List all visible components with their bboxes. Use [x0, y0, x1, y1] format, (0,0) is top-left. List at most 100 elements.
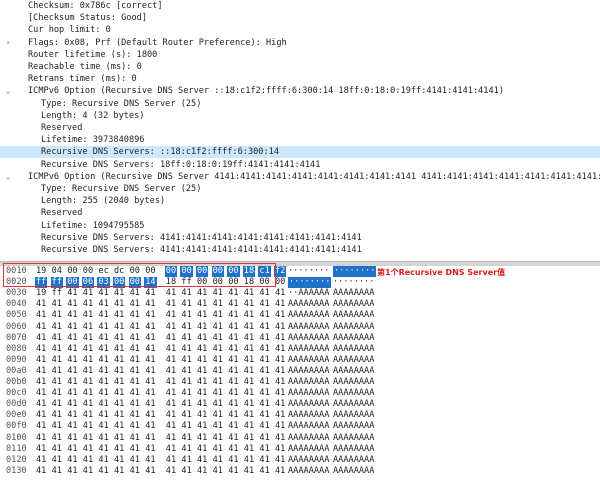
hex-byte[interactable]: 41 — [213, 288, 223, 299]
hex-byte[interactable]: 41 — [244, 344, 254, 355]
hex-byte[interactable]: 41 — [145, 388, 155, 399]
hex-row[interactable]: 00e0 41 41 41 41 41 41 41 41 41 41 41 41 41 41 41 41 AAAA… — [0, 410, 600, 421]
hex-byte[interactable]: 41 — [228, 410, 238, 421]
hex-byte[interactable]: 41 — [166, 322, 176, 333]
ascii-column-left[interactable]: AAAAAAAA — [288, 388, 329, 399]
hex-row[interactable]: 0020 ff ff 00 06 03 00 00 14 18 ff 00 00 00 18 00 00 ····… — [0, 277, 600, 289]
hex-byte[interactable]: 41 — [52, 399, 62, 410]
tree-row[interactable]: Cur hop limit: 0 — [0, 24, 600, 36]
hex-byte[interactable]: 41 — [244, 322, 254, 333]
hex-byte[interactable]: 41 — [114, 421, 124, 432]
ascii-column-left[interactable]: AAAAAAAA — [288, 322, 329, 333]
hex-byte[interactable]: 41 — [98, 455, 108, 466]
hex-byte[interactable]: 41 — [67, 399, 77, 410]
hex-byte[interactable]: 41 — [98, 421, 108, 432]
hex-byte[interactable]: 41 — [166, 344, 176, 355]
hex-row[interactable]: 00f0 41 41 41 41 41 41 41 41 41 41 41 41 41 41 41 41 AAAA… — [0, 421, 600, 432]
hex-row[interactable]: 0040 41 41 41 41 41 41 41 41 41 41 41 41 41 41 41 41 AAAA… — [0, 299, 600, 310]
hex-byte[interactable]: 41 — [213, 444, 223, 455]
hex-byte[interactable]: 41 — [130, 299, 140, 310]
hex-row[interactable]: 0060 41 41 41 41 41 41 41 41 41 41 41 41 41 41 41 41 AAAA… — [0, 322, 600, 333]
hex-byte[interactable]: 41 — [67, 433, 77, 444]
hex-row[interactable]: 0130 41 41 41 41 41 41 41 41 41 41 41 41 41 41 41 41 AAAA… — [0, 466, 600, 477]
hex-byte[interactable]: 41 — [114, 377, 124, 388]
hex-byte[interactable]: 41 — [83, 322, 93, 333]
hex-byte[interactable]: 41 — [83, 421, 93, 432]
hex-byte[interactable]: 41 — [83, 299, 93, 310]
ascii-column-right[interactable]: AAAAAAAA — [333, 310, 374, 321]
hex-byte[interactable]: 41 — [197, 333, 207, 344]
hex-byte[interactable]: 41 — [36, 466, 46, 477]
hex-byte[interactable]: 41 — [52, 421, 62, 432]
hex-byte[interactable]: 41 — [145, 399, 155, 410]
ascii-column-left[interactable]: ········ — [288, 266, 329, 277]
hex-byte[interactable]: 19 — [36, 288, 46, 299]
hex-row[interactable]: 0120 41 41 41 41 41 41 41 41 41 41 41 41 41 41 41 41 AAAA… — [0, 455, 600, 466]
hex-byte[interactable]: 41 — [114, 466, 124, 477]
hex-byte[interactable]: 41 — [83, 466, 93, 477]
hex-byte[interactable]: 41 — [259, 433, 269, 444]
hex-byte[interactable]: 41 — [114, 322, 124, 333]
hex-byte[interactable]: 41 — [275, 377, 285, 388]
hex-byte[interactable]: 41 — [114, 344, 124, 355]
hex-byte[interactable]: 00 — [275, 277, 285, 288]
hex-byte[interactable]: 00 — [113, 277, 126, 289]
hex-byte[interactable]: 41 — [259, 455, 269, 466]
hex-byte[interactable]: 41 — [36, 410, 46, 421]
hex-byte[interactable]: 41 — [275, 344, 285, 355]
hex-byte[interactable]: 41 — [181, 322, 191, 333]
hex-byte[interactable]: 41 — [36, 377, 46, 388]
hex-row[interactable]: 00c0 41 41 41 41 41 41 41 41 41 41 41 41 41 41 41 41 AAAA… — [0, 388, 600, 399]
hex-byte[interactable]: 41 — [52, 466, 62, 477]
ascii-column-right[interactable]: AAAAAAAA — [333, 421, 374, 432]
hex-byte[interactable]: 41 — [166, 466, 176, 477]
hex-byte[interactable]: 41 — [130, 355, 140, 366]
hex-byte[interactable]: 41 — [197, 310, 207, 321]
hex-byte[interactable]: 41 — [181, 455, 191, 466]
hex-row[interactable]: 0110 41 41 41 41 41 41 41 41 41 41 41 41 41 41 41 41 AAAA… — [0, 444, 600, 455]
hex-byte[interactable]: 41 — [36, 310, 46, 321]
hex-byte[interactable]: 41 — [228, 444, 238, 455]
hex-byte[interactable]: 41 — [181, 355, 191, 366]
ascii-column-right[interactable]: AAAAAAAA — [333, 344, 374, 355]
ascii-column-left[interactable]: AAAAAAAA — [288, 466, 329, 477]
hex-byte[interactable]: 00 — [228, 277, 238, 288]
hex-byte[interactable]: 41 — [213, 399, 223, 410]
hex-byte[interactable]: 41 — [67, 322, 77, 333]
ascii-column-left[interactable]: AAAAAAAA — [288, 410, 329, 421]
ascii-column-right[interactable]: AAAAAAAA — [333, 355, 374, 366]
hex-byte[interactable]: 41 — [275, 288, 285, 299]
hex-byte[interactable]: 41 — [166, 377, 176, 388]
hex-byte[interactable]: 41 — [83, 333, 93, 344]
ascii-column-right[interactable]: AAAAAAAA — [333, 410, 374, 421]
hex-byte[interactable]: 41 — [228, 399, 238, 410]
hex-byte[interactable]: 41 — [275, 466, 285, 477]
hex-byte[interactable]: 00 — [164, 266, 178, 277]
hex-byte[interactable]: dc — [114, 266, 124, 277]
hex-row[interactable]: 0080 41 41 41 41 41 41 41 41 41 41 41 41 41 41 41 41 AAAA… — [0, 344, 600, 355]
hex-byte[interactable]: 41 — [259, 299, 269, 310]
hex-byte[interactable]: 41 — [197, 388, 207, 399]
hex-byte[interactable]: 41 — [36, 344, 46, 355]
hex-byte[interactable]: 41 — [181, 388, 191, 399]
hex-byte[interactable]: 41 — [244, 455, 254, 466]
hex-byte[interactable]: 41 — [181, 333, 191, 344]
hex-byte[interactable]: 00 — [213, 277, 223, 288]
hex-byte[interactable]: 19 — [36, 266, 46, 277]
hex-byte[interactable]: 41 — [181, 366, 191, 377]
ascii-column-right[interactable]: ········ — [333, 277, 374, 288]
hex-byte[interactable]: 41 — [52, 388, 62, 399]
chevron-down-icon[interactable]: ⌄ — [4, 85, 12, 97]
hex-byte[interactable]: 41 — [197, 288, 207, 299]
hex-byte[interactable]: 41 — [67, 288, 77, 299]
hex-byte[interactable]: 14 — [144, 277, 157, 289]
hex-byte[interactable]: 41 — [98, 322, 108, 333]
ascii-column-right[interactable]: AAAAAAAA — [333, 288, 374, 299]
hex-byte[interactable]: 41 — [181, 466, 191, 477]
hex-byte[interactable]: 41 — [213, 388, 223, 399]
tree-row[interactable]: Reserved — [0, 122, 600, 134]
hex-byte[interactable]: 41 — [130, 433, 140, 444]
hex-byte[interactable]: 41 — [114, 355, 124, 366]
hex-byte[interactable]: 41 — [130, 410, 140, 421]
hex-byte[interactable]: 41 — [166, 410, 176, 421]
